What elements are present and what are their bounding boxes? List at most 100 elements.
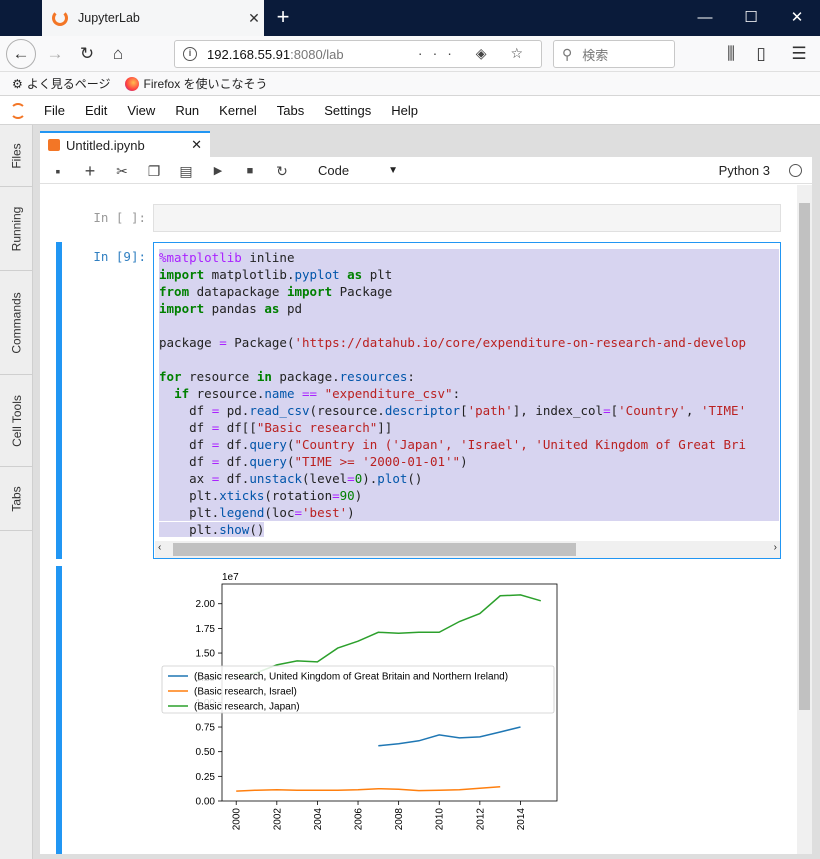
x-tick-label: 2004 [313,808,324,831]
y-tick-label: 0.75 [196,723,216,734]
stop-icon[interactable]: ■ [240,161,260,181]
navigation-bar: ← → ↻ ⌂ i 192.168.55.91 :8080/lab ··· ◈ … [0,36,820,72]
sidebar-item-label: Files [9,142,24,169]
search-placeholder: 検索 [582,47,609,63]
scroll-left-icon[interactable]: ‹ [158,542,161,553]
code-line[interactable]: df = df.query("Country in ('Japan', 'Isr… [159,436,779,453]
code-line[interactable]: for resource in package.resources: [159,368,779,385]
code-line[interactable]: from datapackage import Package [159,283,779,300]
horizontal-scrollbar[interactable]: ‹ › [155,541,780,558]
back-button[interactable]: ← [6,39,36,69]
code-line[interactable]: package = Package('https://datahub.io/co… [159,334,779,351]
menu-settings[interactable]: Settings [324,103,371,118]
forward-button[interactable]: → [40,39,70,69]
browser-tab[interactable]: JupyterLab ✕ [42,0,264,36]
code-line[interactable]: import matplotlib.pyplot as plt [159,266,779,283]
cell-type-select[interactable]: Code ▼ [318,161,398,181]
menu-hamburger-icon[interactable]: ☰ [784,39,814,69]
search-input[interactable]: ⚲ 検索 [553,40,675,68]
notebook-icon [48,139,60,151]
url-path: :8080/lab [290,46,344,62]
sidebar-item-running[interactable]: Running [0,187,33,271]
output-collapser[interactable] [56,566,62,854]
notebook-tab[interactable]: Untitled.ipynb ✕ [40,131,210,157]
close-tab-icon[interactable]: ✕ [244,10,264,27]
sidebar-item-commands[interactable]: Commands [0,271,33,375]
code-line[interactable]: df = pd.read_csv(resource.descriptor['pa… [159,402,779,419]
url-host: 192.168.55.91 [207,46,291,62]
sidebar-item-cell-tools[interactable]: Cell Tools [0,375,33,467]
sidebar-item-label: Tabs [9,485,24,512]
legend-label: (Basic research, Japan) [194,702,300,713]
paste-icon[interactable]: ▤ [176,161,196,181]
cell-collapser[interactable] [56,242,62,559]
x-tick-label: 2006 [354,808,365,831]
code-line[interactable]: if resource.name == "expenditure_csv": [159,385,779,402]
info-icon[interactable]: i [183,47,197,61]
code-line[interactable] [159,317,779,334]
legend-label: (Basic research, United Kingdom of Great… [194,672,508,683]
kernel-name[interactable]: Python 3 [719,161,770,181]
maximize-button[interactable]: ☐ [728,0,774,36]
x-tick-label: 2000 [232,808,243,831]
scroll-right-icon[interactable]: › [774,542,777,553]
home-button[interactable]: ⌂ [103,39,133,69]
bookmark-firefox[interactable]: Firefox を使いこなそう [124,75,268,92]
add-cell-icon[interactable]: + [80,161,100,181]
code-line[interactable]: df = df.query("TIME >= '2000-01-01'") [159,453,779,470]
library-icon[interactable]: ⫼ [716,39,746,69]
code-line[interactable]: plt.legend(loc='best') [159,504,779,521]
y-tick-label: 0.00 [196,797,216,808]
url-bar[interactable]: i 192.168.55.91 :8080/lab ··· ◈ ☆ [174,40,542,68]
sidebar-item-label: Running [9,206,24,251]
left-sidebar: Files Running Commands Cell Tools Tabs [0,125,33,859]
reload-button[interactable]: ↻ [72,39,102,69]
window-close-button[interactable]: ✕ [774,0,820,36]
code-line[interactable] [159,351,779,368]
minimize-button[interactable]: — [682,0,728,36]
new-tab-button[interactable]: + [270,4,296,30]
y-tick-label: 1.75 [196,624,216,635]
code-editor[interactable]: %matplotlib inline import matplotlib.pypl… [159,249,779,538]
menu-view[interactable]: View [127,103,155,118]
close-icon[interactable]: ✕ [191,137,202,153]
copy-icon[interactable]: ❐ [144,161,164,181]
scrollbar-thumb[interactable] [799,203,810,710]
code-line[interactable]: plt.xticks(rotation=90) [159,487,779,504]
cut-icon[interactable]: ✂ [112,161,132,181]
sidebar-toggle-icon[interactable]: ▯ [746,39,776,69]
x-tick-label: 2008 [394,808,405,831]
page-actions-icon[interactable]: ··· ◈ ☆ [418,45,533,62]
code-line[interactable]: %matplotlib inline [159,249,779,266]
code-line[interactable]: df = df[["Basic research"]] [159,419,779,436]
sidebar-item-files[interactable]: Files [0,125,33,187]
cell-prompt: In [9]: [93,249,146,264]
scrollbar-thumb[interactable] [173,543,576,556]
code-cell-editor[interactable]: %matplotlib inline import matplotlib.pypl… [153,242,781,559]
run-icon[interactable]: ▶ [208,161,228,181]
menu-help[interactable]: Help [391,103,418,118]
series-line-2 [236,594,542,679]
vertical-scrollbar[interactable] [797,185,812,854]
menu-tabs[interactable]: Tabs [277,103,304,118]
series-line-1 [236,785,501,792]
cell-prompt: In [ ]: [93,210,146,225]
menu-kernel[interactable]: Kernel [219,103,257,118]
save-icon[interactable]: ▪ [48,161,68,181]
restart-icon[interactable]: ↻ [272,161,292,181]
y-tick-label: 0.25 [196,772,216,783]
bookmark-most-visited[interactable]: ⚙ よく見るページ [12,75,111,92]
browser-tab-title: JupyterLab [78,11,140,25]
code-line[interactable]: ax = df.unstack(level=0).plot() [159,470,779,487]
code-line[interactable]: plt.show() [159,521,779,538]
line-chart: 0.000.250.500.751.001.251.501.752.001e72… [161,572,558,859]
empty-code-cell[interactable] [153,204,781,232]
search-icon: ⚲ [562,45,573,62]
y-tick-label: 2.00 [196,599,216,610]
bookmark-label: Firefox を使いこなそう [143,77,268,91]
code-line[interactable]: import pandas as pd [159,300,779,317]
menu-run[interactable]: Run [175,103,199,118]
menu-edit[interactable]: Edit [85,103,107,118]
menu-file[interactable]: File [44,103,65,118]
sidebar-item-tabs[interactable]: Tabs [0,467,33,531]
